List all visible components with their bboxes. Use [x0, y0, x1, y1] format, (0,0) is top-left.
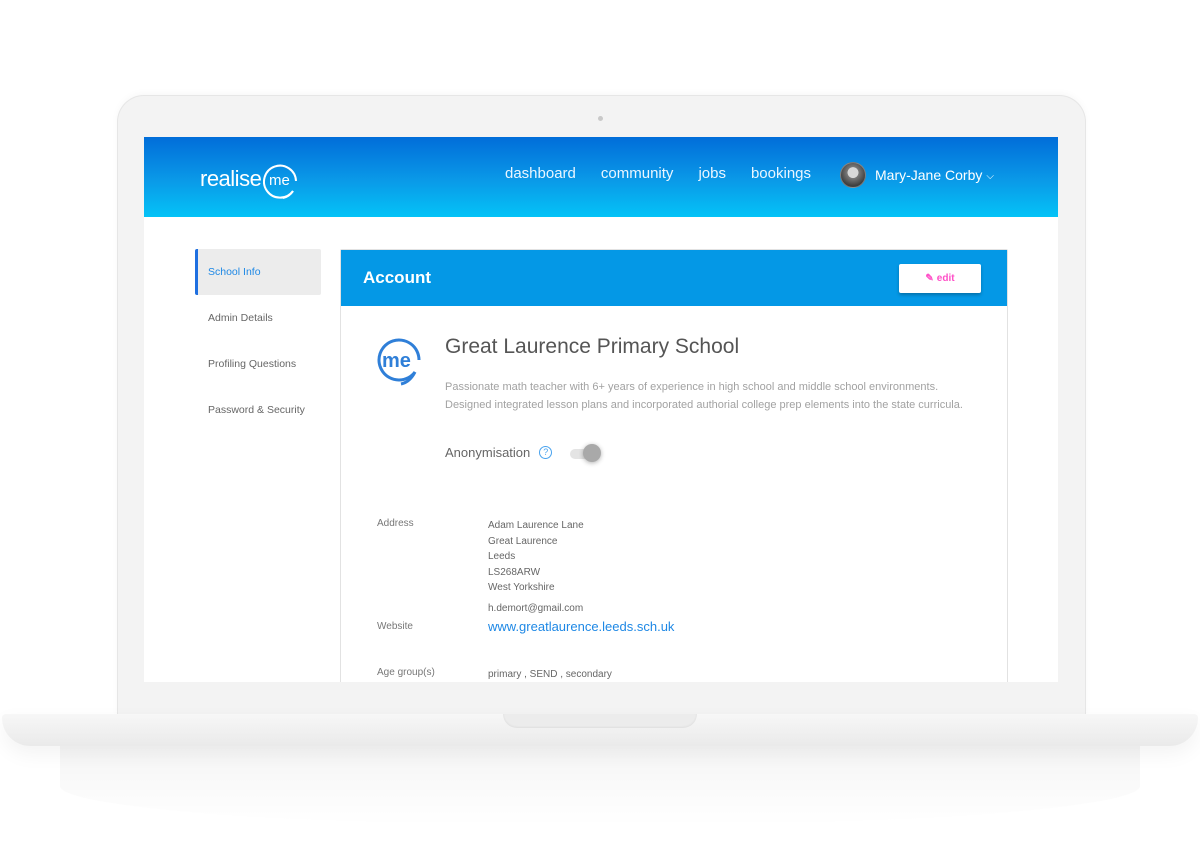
logo-text: realise — [200, 166, 262, 191]
card-title: Account — [363, 268, 431, 287]
website-label: Website — [377, 621, 413, 632]
user-name: Mary-Jane Corby — [875, 167, 983, 183]
logo-me-icon: me — [263, 161, 299, 199]
help-icon[interactable]: ? — [539, 446, 553, 459]
app-screen: realise me dashboard community jobs book… — [144, 137, 1058, 682]
chevron-down-icon: ⌵ — [986, 170, 994, 182]
top-nav-bar: realise me dashboard community jobs book… — [144, 137, 1058, 217]
account-card: Account ✎ edit me Great Laurence Primary… — [340, 249, 1008, 682]
age-groups-label: Age group(s) — [377, 667, 435, 678]
anonymisation-toggle[interactable] — [570, 443, 602, 462]
address-value: Adam Laurence Lane Great Laurence Leeds … — [488, 518, 584, 596]
sidebar-item-label: School Info — [208, 266, 261, 278]
school-bio: Passionate math teacher with 6+ years of… — [445, 381, 963, 411]
address-line: West Yorkshire — [488, 582, 555, 593]
sidebar-item-password-security[interactable]: Password & Security — [195, 387, 321, 433]
address-line: Great Laurence — [488, 535, 558, 547]
main-nav: dashboard community jobs bookings — [505, 165, 836, 182]
anonymisation-row: Anonymisation ? — [445, 443, 602, 462]
card-header: Account ✎ edit — [341, 250, 1007, 306]
edit-button[interactable]: ✎ edit — [899, 263, 981, 293]
school-logo-icon: me — [377, 336, 421, 388]
sidebar-item-label: Password & Security — [208, 404, 305, 416]
svg-text:me: me — [382, 350, 411, 372]
camera-dot — [598, 116, 603, 121]
realise-me-logo[interactable]: realise me — [200, 159, 299, 199]
user-menu[interactable]: Mary-Jane Corby ⌵ — [840, 162, 994, 188]
nav-community[interactable]: community — [601, 165, 674, 182]
address-line: Adam Laurence Lane — [488, 520, 584, 531]
address-line: Leeds — [488, 551, 516, 562]
svg-text:me: me — [269, 172, 290, 189]
sidebar-item-profiling-questions[interactable]: Profiling Questions — [195, 341, 321, 387]
sidebar-item-admin-details[interactable]: Admin Details — [195, 295, 321, 341]
sidebar-item-label: Admin Details — [208, 312, 273, 324]
nav-bookings[interactable]: bookings — [751, 165, 811, 182]
email-value: h.demort@gmail.com — [488, 603, 584, 614]
sidebar-item-school-info[interactable]: School Info — [195, 249, 321, 295]
anonymisation-label: Anonymisation — [445, 445, 531, 460]
edit-label: edit — [936, 272, 955, 284]
address-label: Address — [377, 518, 414, 529]
settings-sidebar: School Info Admin Details Profiling Ques… — [195, 249, 321, 433]
age-groups-value: primary , SEND , secondary — [488, 669, 612, 680]
website-link[interactable]: www.greatlaurence.leeds.sch.uk — [488, 619, 674, 635]
school-name: Great Laurence Primary School — [445, 335, 740, 358]
nav-dashboard[interactable]: dashboard — [505, 165, 576, 182]
toggle-knob — [583, 443, 602, 462]
pencil-icon: ✎ — [925, 272, 934, 284]
avatar — [840, 162, 866, 188]
nav-jobs[interactable]: jobs — [698, 165, 726, 182]
laptop-notch — [503, 714, 697, 728]
address-line: LS268ARW — [488, 566, 541, 578]
sidebar-item-label: Profiling Questions — [208, 358, 297, 370]
laptop-shadow — [60, 746, 1140, 826]
